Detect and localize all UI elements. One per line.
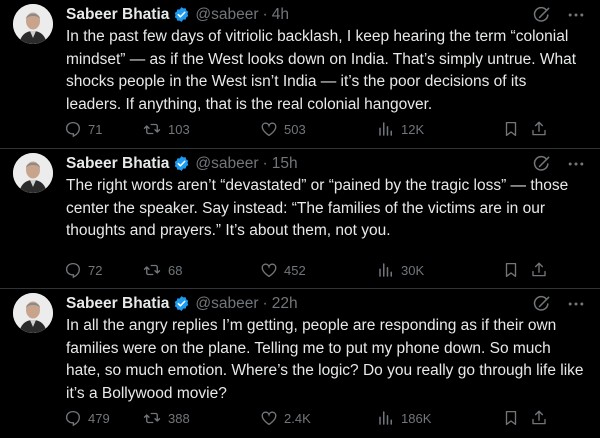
- tweet-header: Sabeer Bhatia @sabeer · 4h: [66, 4, 588, 25]
- timestamp[interactable]: 22h: [272, 295, 298, 313]
- more-icon[interactable]: [566, 154, 586, 179]
- bookmark-icon: [505, 410, 517, 426]
- tweet-actions: 71 103 503 12K: [64, 119, 590, 139]
- tweet-header-actions: [532, 154, 586, 179]
- more-icon[interactable]: [566, 294, 586, 319]
- author-handle[interactable]: @sabeer: [195, 295, 258, 313]
- views-count: 12K: [401, 121, 425, 137]
- tweet[interactable]: Sabeer Bhatia @sabeer · 15h The right wo…: [0, 149, 600, 289]
- retweet-icon: [143, 264, 161, 276]
- separator-dot: ·: [262, 294, 268, 312]
- bookmark-icon: [505, 262, 517, 278]
- views-button[interactable]: 186K: [377, 409, 502, 427]
- retweet-icon: [143, 123, 161, 135]
- verified-badge-icon: [173, 295, 190, 312]
- timestamp[interactable]: 15h: [272, 155, 298, 173]
- tweet-header: Sabeer Bhatia @sabeer · 22h: [66, 293, 588, 314]
- like-icon: [261, 122, 277, 137]
- reply-count: 72: [88, 262, 103, 278]
- reply-button[interactable]: 71: [64, 120, 142, 138]
- share-icon: [532, 121, 546, 136]
- more-icon[interactable]: [566, 5, 586, 30]
- views-icon: [379, 122, 392, 136]
- grok-icon[interactable]: [532, 294, 552, 319]
- views-icon: [379, 411, 392, 425]
- tweet-text: The right words aren’t “devastated” or “…: [66, 177, 569, 239]
- author-name[interactable]: Sabeer Bhatia: [66, 6, 169, 24]
- tweet-header: Sabeer Bhatia @sabeer · 15h: [66, 153, 588, 174]
- tweet[interactable]: Sabeer Bhatia @sabeer · 4h In the past f…: [0, 0, 600, 149]
- retweet-button[interactable]: 68: [142, 261, 260, 279]
- retweet-count: 103: [168, 121, 190, 137]
- timestamp[interactable]: 4h: [272, 6, 289, 24]
- share-icon: [532, 410, 546, 425]
- retweet-icon: [143, 412, 161, 424]
- tweet-feed: Sabeer Bhatia @sabeer · 4h In the past f…: [0, 0, 600, 438]
- tweet-header-actions: [532, 294, 586, 319]
- avatar[interactable]: [13, 153, 53, 193]
- like-icon: [261, 411, 277, 426]
- like-button[interactable]: 452: [260, 261, 377, 279]
- like-button[interactable]: 503: [260, 120, 377, 138]
- share-button[interactable]: [530, 409, 548, 427]
- author-name[interactable]: Sabeer Bhatia: [66, 295, 169, 313]
- tweet-actions: 72 68 452 30K: [64, 260, 590, 280]
- like-button[interactable]: 2.4K: [260, 409, 377, 427]
- bookmark-button[interactable]: [502, 409, 530, 427]
- author-name[interactable]: Sabeer Bhatia: [66, 155, 169, 173]
- retweet-button[interactable]: 103: [142, 120, 260, 138]
- tweet-actions: 479 388 2.4K 186K: [64, 408, 590, 428]
- share-button[interactable]: [530, 261, 548, 279]
- reply-icon: [65, 262, 80, 279]
- reply-button[interactable]: 72: [64, 261, 142, 279]
- reply-count: 71: [88, 121, 103, 137]
- tweet[interactable]: Sabeer Bhatia @sabeer · 22h In all the a…: [0, 289, 600, 438]
- separator-dot: ·: [262, 154, 268, 172]
- avatar[interactable]: [13, 293, 53, 333]
- like-count: 503: [284, 121, 306, 137]
- retweet-count: 68: [168, 262, 183, 278]
- bookmark-button[interactable]: [502, 261, 530, 279]
- like-count: 452: [284, 262, 306, 278]
- views-button[interactable]: 12K: [377, 120, 502, 138]
- share-icon: [532, 262, 546, 277]
- grok-icon[interactable]: [532, 5, 552, 30]
- bookmark-button[interactable]: [502, 120, 530, 138]
- views-count: 30K: [401, 262, 425, 278]
- reply-count: 479: [88, 410, 110, 426]
- tweet-text: In the past few days of vitriolic backla…: [66, 28, 577, 113]
- separator-dot: ·: [262, 5, 268, 23]
- like-icon: [261, 263, 277, 278]
- like-count: 2.4K: [284, 410, 311, 426]
- verified-badge-icon: [173, 155, 190, 172]
- grok-icon[interactable]: [532, 154, 552, 179]
- avatar[interactable]: [13, 4, 53, 44]
- verified-badge-icon: [173, 6, 190, 23]
- views-count: 186K: [401, 410, 432, 426]
- views-button[interactable]: 30K: [377, 261, 502, 279]
- author-handle[interactable]: @sabeer: [195, 6, 258, 24]
- author-handle[interactable]: @sabeer: [195, 155, 258, 173]
- reply-icon: [65, 410, 80, 427]
- share-button[interactable]: [530, 120, 548, 138]
- reply-button[interactable]: 479: [64, 409, 142, 427]
- reply-icon: [65, 121, 80, 138]
- bookmark-icon: [505, 121, 517, 137]
- retweet-button[interactable]: 388: [142, 409, 260, 427]
- retweet-count: 388: [168, 410, 190, 426]
- views-icon: [379, 263, 392, 277]
- tweet-text: In all the angry replies I’m getting, pe…: [66, 317, 584, 402]
- tweet-header-actions: [532, 5, 586, 30]
